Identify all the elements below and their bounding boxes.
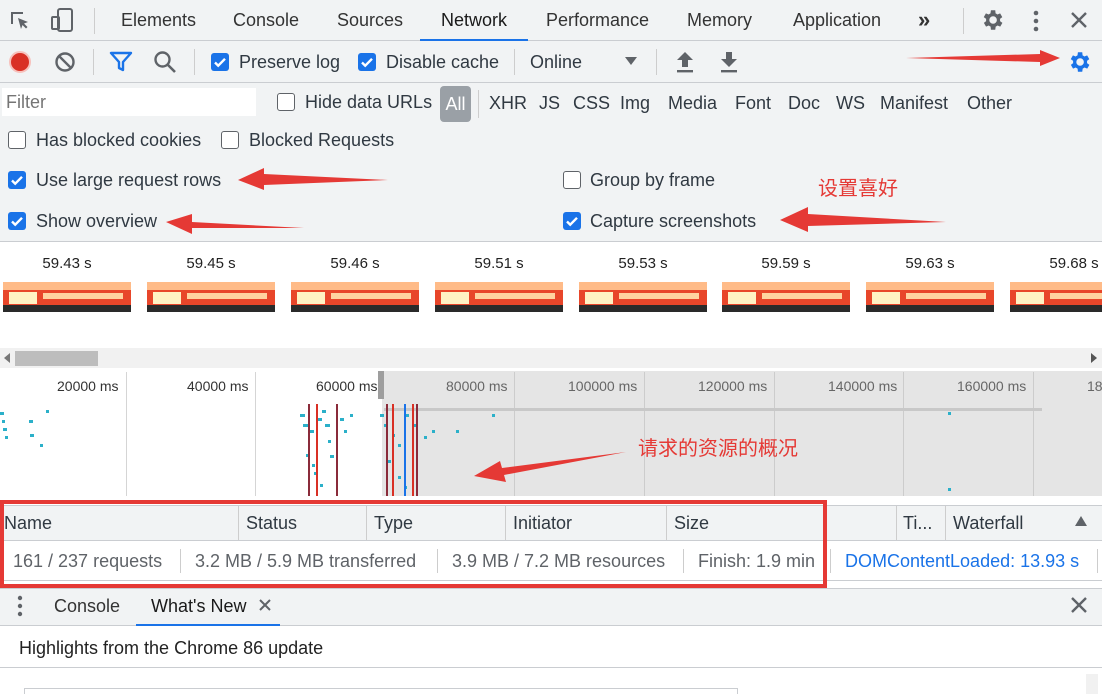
arrow-to-overview — [474, 452, 626, 482]
arrow-to-capture-screenshots — [780, 207, 946, 232]
arrow-to-show-overview — [166, 214, 304, 234]
arrow-to-large-rows — [238, 168, 388, 190]
annotation-preferences: 设置喜好 — [818, 176, 898, 200]
annotation-arrows — [166, 50, 1060, 482]
arrow-to-settings — [906, 50, 1060, 66]
annotation-overview-note: 请求的资源的概况 — [638, 436, 798, 460]
